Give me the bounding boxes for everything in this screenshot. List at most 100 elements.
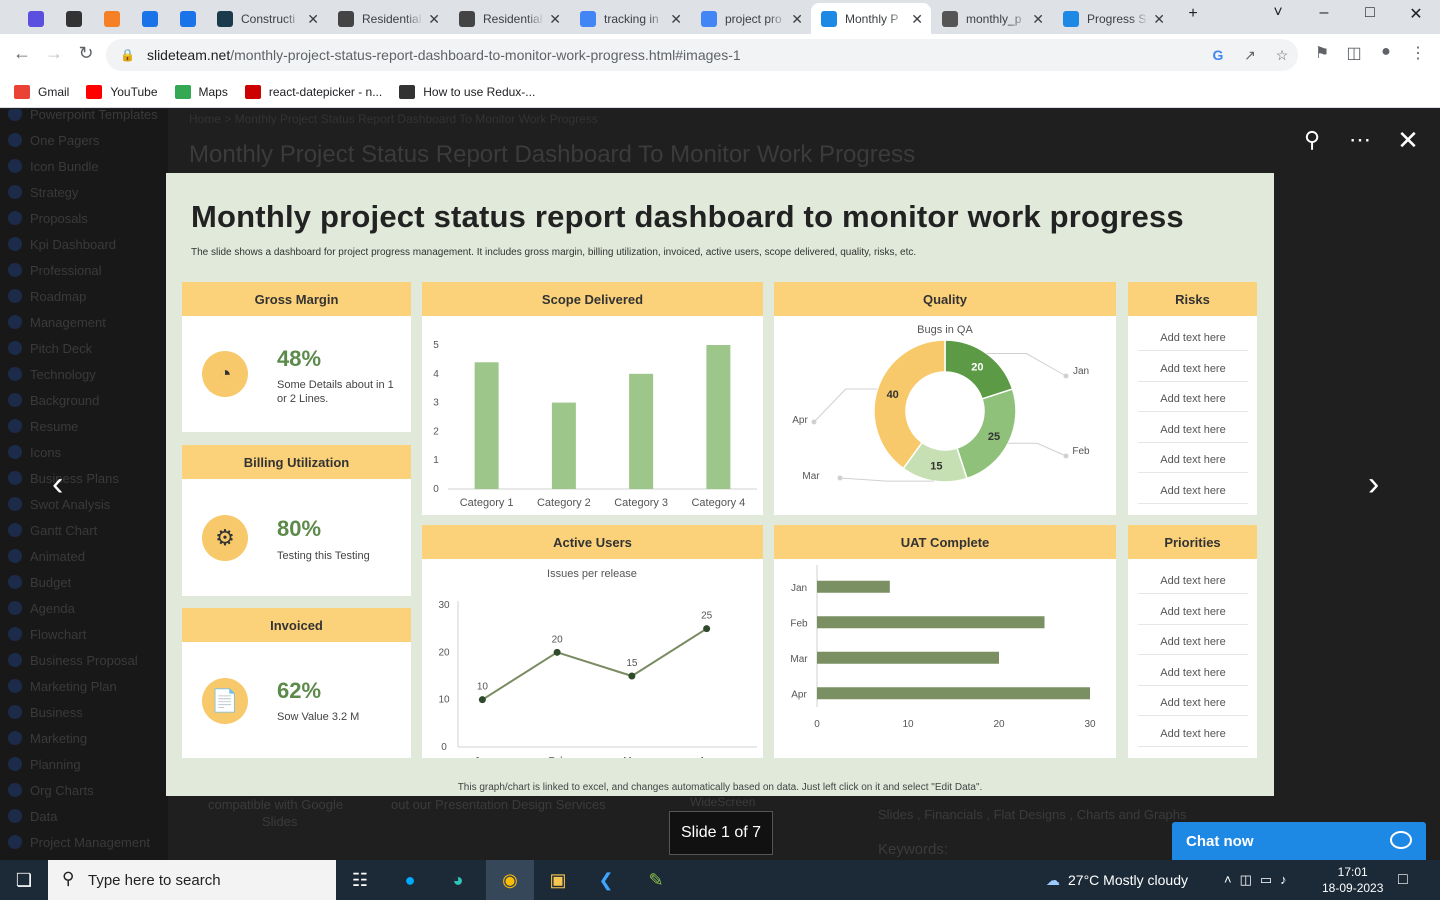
minimize-icon[interactable]: – bbox=[1309, 4, 1339, 22]
browser-tab[interactable] bbox=[170, 3, 208, 34]
window-close-icon[interactable]: ✕ bbox=[1401, 4, 1431, 24]
bookmark-star-icon[interactable]: ☆ bbox=[1266, 39, 1298, 71]
browser-tab[interactable] bbox=[56, 3, 94, 34]
sidebar-item[interactable]: Icon Bundle bbox=[0, 153, 99, 179]
tab-close-icon[interactable]: ✕ bbox=[1153, 11, 1165, 28]
bookmark-item[interactable]: YouTube bbox=[86, 84, 158, 99]
menu-icon[interactable]: ⋮ bbox=[1406, 43, 1430, 63]
weather-text: 27°C Mostly cloudy bbox=[1068, 872, 1188, 888]
sidebar-item[interactable]: Kpi Dashboard bbox=[0, 231, 116, 257]
sidebar-item[interactable]: Strategy bbox=[0, 179, 78, 205]
list-item: Add text here bbox=[1138, 485, 1248, 504]
clock[interactable]: 17:01 18-09-2023 bbox=[1322, 860, 1383, 900]
windows-start-icon[interactable]: ❏ bbox=[0, 860, 48, 900]
back-icon[interactable]: ← bbox=[10, 43, 34, 64]
browser-tab[interactable]: tracking in ✕ bbox=[570, 3, 690, 34]
tab-close-icon[interactable]: ✕ bbox=[911, 11, 923, 28]
tab-close-icon[interactable]: ✕ bbox=[791, 11, 803, 28]
close-icon[interactable]: ✕ bbox=[1393, 125, 1423, 156]
forward-icon[interactable]: → bbox=[42, 43, 66, 64]
sidebar-item[interactable]: Gantt Chart bbox=[0, 517, 97, 543]
sidebar-item[interactable]: Org Charts bbox=[0, 777, 94, 803]
sidebar-item[interactable]: Animated bbox=[0, 543, 85, 569]
list-item: Add text here bbox=[1138, 575, 1248, 594]
sidebar-item[interactable]: Planning bbox=[0, 751, 81, 777]
notification-icon[interactable]: □ bbox=[1398, 860, 1408, 900]
system-tray-icons[interactable]: ˄◫▭♪ bbox=[1224, 860, 1295, 900]
sidebar-item[interactable]: Agenda bbox=[0, 595, 75, 621]
sidebar-item[interactable]: One Pagers bbox=[0, 127, 99, 153]
sidebar-item[interactable]: Roadmap bbox=[0, 283, 86, 309]
bar bbox=[817, 616, 1045, 629]
browser-tab[interactable] bbox=[18, 3, 56, 34]
sidebar-item[interactable]: Project Management bbox=[0, 829, 150, 855]
y-tick-label: 0 bbox=[441, 742, 447, 753]
tab-close-icon[interactable]: ✕ bbox=[1032, 11, 1044, 28]
sidebar-item[interactable]: Background bbox=[0, 387, 99, 413]
file-explorer-icon[interactable]: ▣ bbox=[534, 860, 582, 900]
bookmark-item[interactable]: How to use Redux-... bbox=[399, 84, 535, 99]
list-item: Add text here bbox=[1138, 454, 1248, 474]
sidebar-item[interactable]: Powerpoint Templates bbox=[0, 109, 158, 127]
vscode-icon[interactable]: ❮ bbox=[582, 860, 630, 900]
background-text: out our Presentation Design Services bbox=[391, 797, 606, 812]
edge-icon[interactable]: ◕ bbox=[434, 860, 482, 900]
grid-icon[interactable]: ⋯ bbox=[1345, 127, 1375, 153]
tab-close-icon[interactable]: ✕ bbox=[307, 11, 319, 28]
sidebar-item[interactable]: Business Proposal bbox=[0, 647, 138, 673]
taskbar-search[interactable]: ⚲ Type here to search bbox=[48, 860, 336, 900]
maximize-icon[interactable]: □ bbox=[1355, 4, 1385, 22]
search-icon[interactable]: ⚲ bbox=[1297, 127, 1327, 153]
sidebar-item[interactable]: Pitch Deck bbox=[0, 335, 92, 361]
sidebar-bullet-icon bbox=[8, 835, 22, 849]
browser-tab[interactable]: project pro ✕ bbox=[691, 3, 811, 34]
reload-icon[interactable]: ↻ bbox=[74, 43, 98, 64]
sidebar-item[interactable]: Management bbox=[0, 309, 106, 335]
tab-close-icon[interactable]: ✕ bbox=[549, 11, 561, 28]
slide-footer-note: This graph/chart is linked to excel, and… bbox=[457, 782, 983, 793]
profile-icon[interactable]: ● bbox=[1374, 43, 1398, 61]
tab-close-icon[interactable]: ✕ bbox=[428, 11, 440, 28]
bookmark-item[interactable]: Maps bbox=[174, 84, 228, 99]
sidebar-item[interactable]: Technology bbox=[0, 361, 96, 387]
address-bar[interactable]: 🔒 slideteam.net/monthly-project-status-r… bbox=[106, 39, 1298, 71]
browser-tab[interactable] bbox=[132, 3, 170, 34]
browser-tab[interactable]: monthly_p ✕ bbox=[932, 3, 1052, 34]
sidebar-item[interactable]: Marketing bbox=[0, 725, 87, 751]
weather-widget[interactable]: ☁ 27°C Mostly cloudy bbox=[1046, 860, 1188, 900]
sidebar-item[interactable]: Icons bbox=[0, 439, 61, 465]
sidebar-item[interactable]: Resume bbox=[0, 413, 78, 439]
sidebar-item[interactable]: Flowchart bbox=[0, 621, 86, 647]
task-view-icon[interactable]: ☷ bbox=[336, 860, 384, 900]
extensions-icon[interactable]: ⚑ bbox=[1310, 43, 1334, 63]
tab-search-icon[interactable]: ˅ bbox=[1263, 4, 1293, 22]
sidebar-item-label: Professional bbox=[30, 262, 102, 278]
sidebar-item[interactable]: Marketing Plan bbox=[0, 673, 117, 699]
tab-close-icon[interactable]: ✕ bbox=[670, 11, 682, 28]
browser-tab[interactable]: Monthly P ✕ bbox=[811, 3, 931, 34]
next-slide-icon[interactable]: › bbox=[1368, 465, 1379, 504]
share-icon[interactable]: ↗ bbox=[1234, 39, 1266, 71]
bookmark-item[interactable]: Gmail bbox=[14, 84, 69, 99]
sidebar-item[interactable]: Professional bbox=[0, 257, 102, 283]
google-icon[interactable]: G bbox=[1202, 39, 1234, 71]
skype-icon[interactable]: ● bbox=[386, 860, 434, 900]
panel-title: Gross Margin bbox=[182, 282, 411, 316]
sidebar-item[interactable]: Budget bbox=[0, 569, 71, 595]
list-item: Add text here bbox=[1138, 728, 1248, 747]
browser-tab[interactable]: Residential ✕ bbox=[449, 3, 569, 34]
browser-tab[interactable]: Progress S ✕ bbox=[1053, 3, 1173, 34]
browser-tab[interactable]: Constructi ✕ bbox=[207, 3, 327, 34]
sidebar-item[interactable]: Data bbox=[0, 803, 57, 829]
side-panel-icon[interactable]: ◫ bbox=[1342, 43, 1366, 63]
sidebar-item[interactable]: Proposals bbox=[0, 205, 88, 231]
prev-slide-icon[interactable]: ‹ bbox=[52, 465, 63, 504]
notepad-icon[interactable]: ✎ bbox=[632, 860, 680, 900]
new-tab-icon[interactable]: + bbox=[1178, 5, 1208, 23]
chrome-icon[interactable]: ◉ bbox=[486, 860, 534, 900]
chat-now-button[interactable]: Chat now bbox=[1172, 822, 1426, 860]
sidebar-item[interactable]: Business bbox=[0, 699, 83, 725]
browser-tab[interactable] bbox=[94, 3, 132, 34]
browser-tab[interactable]: Residential ✕ bbox=[328, 3, 448, 34]
bookmark-item[interactable]: react-datepicker - n... bbox=[244, 84, 382, 99]
